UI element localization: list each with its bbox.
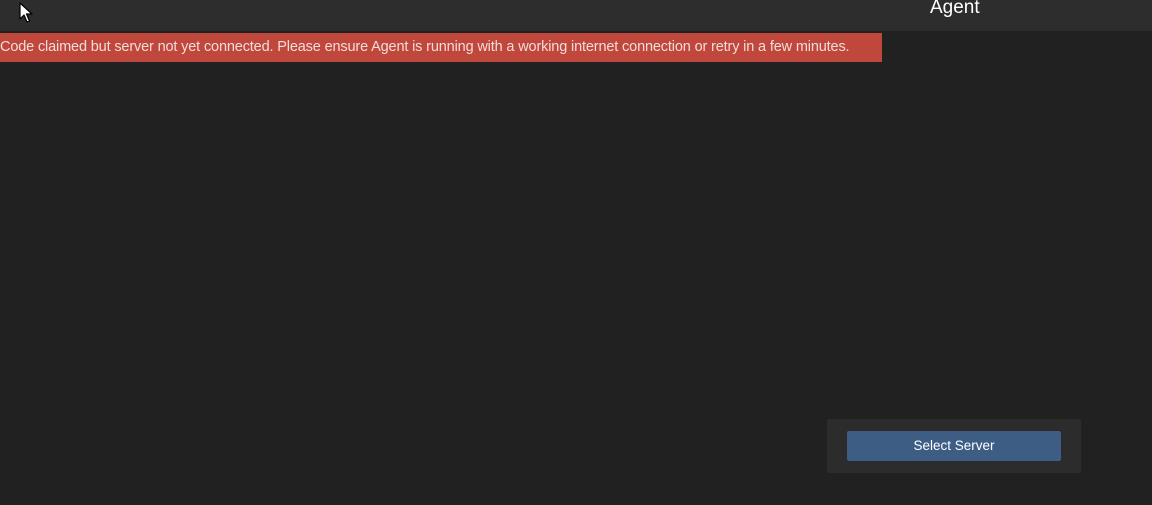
server-panel: Select Server [827, 419, 1081, 473]
app-title: Agent [930, 0, 980, 18]
select-server-button[interactable]: Select Server [847, 431, 1061, 461]
top-bar: Agent [0, 0, 1152, 31]
mouse-pointer-icon [19, 2, 33, 23]
error-banner: Code claimed but server not yet connecte… [0, 33, 882, 62]
